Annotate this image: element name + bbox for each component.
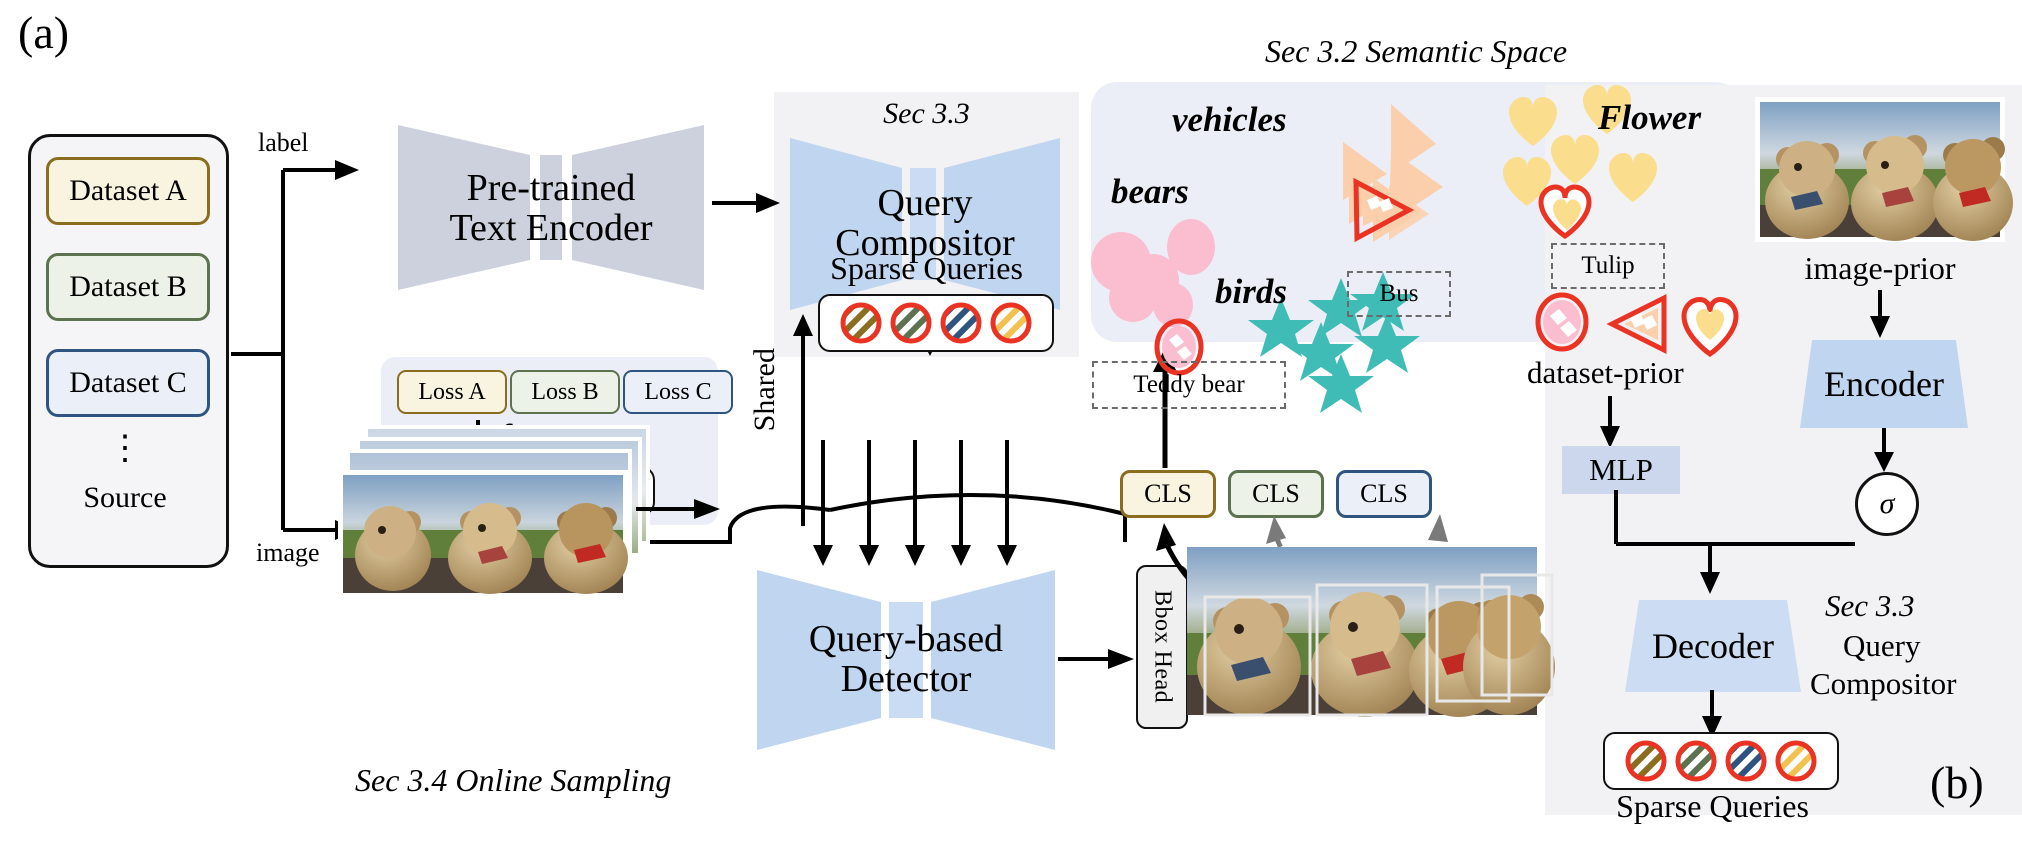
text-encoder-label: Pre-trained Text Encoder: [398, 128, 704, 288]
class-box-tulip-label: Tulip: [1581, 252, 1635, 279]
encoder-label-wrap: Encoder: [1800, 340, 1968, 428]
class-box-bus-label: Bus: [1379, 280, 1419, 307]
detector-line2: Detector: [840, 658, 972, 700]
online-sampling-photo: [338, 470, 628, 598]
panel-b-section-line2: Compositor: [1810, 666, 1957, 701]
text-encoder-line2: Text Encoder: [449, 207, 653, 249]
encoder-to-sigma-arrow: [1874, 428, 1894, 472]
class-box-bus[interactable]: Bus: [1347, 271, 1451, 317]
class-box-tulip[interactable]: Tulip: [1551, 243, 1665, 289]
text-encoder-line1: Pre-trained: [466, 166, 636, 209]
sparse-queries-label-a: Sparse Queries: [830, 249, 1023, 286]
loss-pill-c-label: Loss C: [644, 378, 712, 405]
loss-pill-c[interactable]: Loss C: [623, 370, 733, 414]
shared-label: Shared: [748, 348, 781, 432]
semantic-space-title: Sec 3.2 Semantic Space: [1264, 32, 1568, 69]
query-chip-b-2: [1675, 740, 1717, 782]
panel-b-label: (b): [1930, 757, 1984, 808]
encoder-to-compositor-arrow: [712, 193, 780, 213]
image-to-detector-arrow: [636, 499, 720, 519]
cluster-label-vehicles: vehicles: [1172, 100, 1287, 139]
dataset-pill-b-label: Dataset B: [69, 270, 187, 303]
loss-pill-a[interactable]: Loss A: [397, 370, 507, 414]
loss-pill-b-label: Loss B: [531, 378, 599, 405]
query-chip-2: [890, 302, 932, 344]
image-prior-label: image-prior: [1804, 249, 1956, 286]
class-box-teddy-bear[interactable]: Teddy bear: [1092, 361, 1286, 409]
source-ellipsis: ⋮: [108, 430, 142, 467]
query-chip-b-1: [1625, 740, 1667, 782]
query-compositor-section: Sec 3.3: [883, 97, 970, 130]
encoder-label: Encoder: [1824, 364, 1944, 404]
query-chip-b-4: [1775, 740, 1817, 782]
dataset-prior-to-mlp-arrow: [1600, 396, 1620, 448]
cluster-label-bears: bears: [1111, 172, 1189, 211]
query-chip-b-3: [1725, 740, 1767, 782]
detector-to-bbox-arrow: [1058, 649, 1134, 669]
class-box-teddy-label: Teddy bear: [1133, 371, 1245, 398]
image-edge-text: image: [256, 538, 320, 567]
cls-box-c-label: CLS: [1360, 479, 1408, 508]
panel-b-section-line1: Query: [1843, 628, 1921, 663]
source-caption: Source: [83, 481, 167, 514]
sparse-queries-label-b: Sparse Queries: [1616, 787, 1809, 824]
mlp-label: MLP: [1589, 452, 1653, 487]
dataset-pill-c[interactable]: Dataset C: [46, 349, 210, 417]
detection-photo: [1187, 547, 1555, 717]
decoder-label: Decoder: [1652, 626, 1774, 666]
decoder-label-wrap: Decoder: [1625, 600, 1801, 692]
mlp-box[interactable]: MLP: [1562, 446, 1680, 494]
dataset-pill-a[interactable]: Dataset A: [46, 157, 210, 225]
detector-line1: Query-based: [808, 618, 1004, 661]
query-chip-4: [990, 302, 1032, 344]
query-chip-1: [840, 302, 882, 344]
query-compositor-line1: Query: [877, 182, 973, 225]
sigma-symbol: σ: [1879, 487, 1895, 520]
decoder-to-queries-arrow: [1702, 690, 1722, 738]
online-sampling-caption: Sec 3.4 Online Sampling: [355, 762, 672, 798]
dataset-pill-b[interactable]: Dataset B: [46, 253, 210, 321]
dataset-prior-shapes: [1535, 292, 1739, 358]
image-prior-photo: [1755, 97, 2013, 242]
sparse-queries-box-b[interactable]: [1603, 732, 1839, 790]
image-prior-to-encoder-arrow: [1870, 290, 1890, 338]
cluster-label-birds: birds: [1215, 272, 1287, 311]
dataset-pill-c-label: Dataset C: [69, 366, 187, 399]
loss-pill-a-label: Loss A: [418, 378, 486, 405]
dataset-prior-label: dataset-prior: [1527, 355, 1684, 390]
cluster-label-flower: Flower: [1598, 98, 1702, 137]
detector-label: Query-based Detector: [757, 572, 1055, 748]
panel-b-section: Sec 3.3: [1825, 588, 1915, 623]
dataset-pill-a-label: Dataset A: [69, 174, 187, 207]
mlp-sigma-merge: [1614, 490, 1855, 594]
loss-pill-b[interactable]: Loss B: [510, 370, 620, 414]
panel-a-label: (a): [18, 7, 70, 58]
label-edge-text: label: [258, 128, 309, 157]
query-chip-3: [940, 302, 982, 344]
sparse-queries-box-a[interactable]: [818, 294, 1054, 352]
